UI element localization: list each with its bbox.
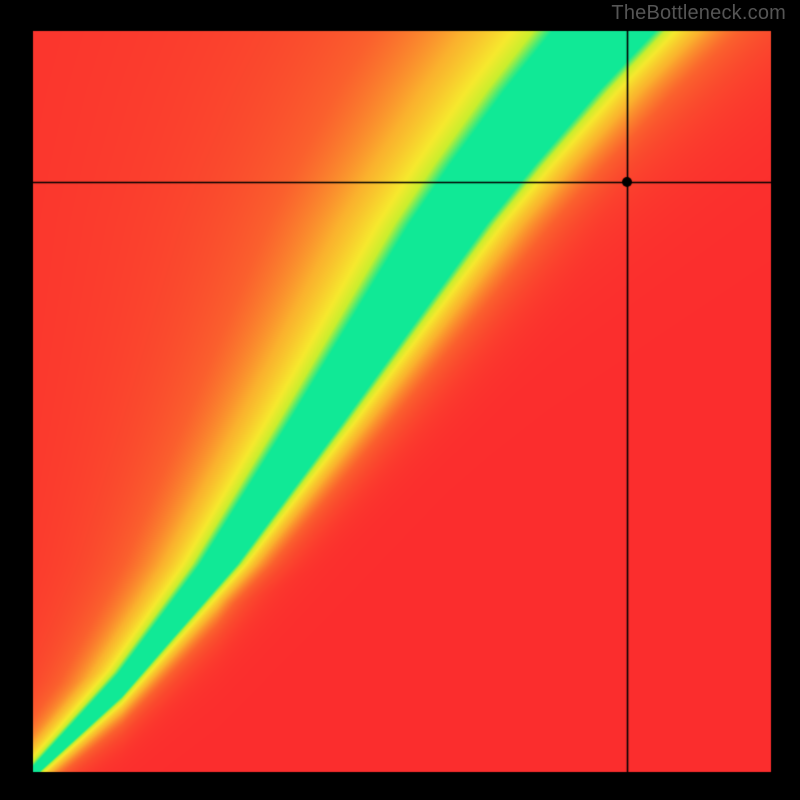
bottleneck-heatmap [0,0,800,800]
chart-container: TheBottleneck.com [0,0,800,800]
watermark-text: TheBottleneck.com [611,2,786,25]
